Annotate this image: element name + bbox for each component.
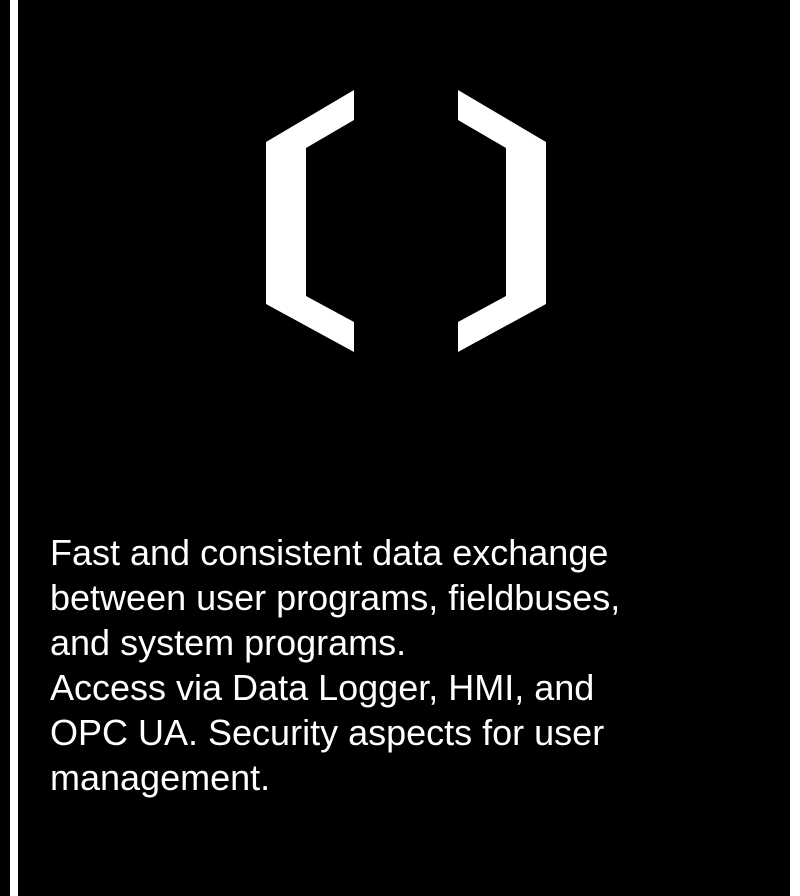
description-line-4: Access via Data Logger, HMI, and bbox=[50, 667, 595, 708]
feature-card: Fast and consistent data exchange betwee… bbox=[18, 0, 790, 896]
page: Fast and consistent data exchange betwee… bbox=[0, 0, 800, 896]
left-gap bbox=[10, 0, 18, 896]
feature-description: Fast and consistent data exchange betwee… bbox=[50, 530, 790, 800]
brackets-icon bbox=[266, 90, 546, 352]
description-line-1: Fast and consistent data exchange bbox=[50, 532, 609, 573]
right-bracket bbox=[458, 90, 546, 352]
description-line-5: OPC UA. Security aspects for user bbox=[50, 712, 605, 753]
description-line-2: between user programs, fieldbuses, bbox=[50, 577, 621, 618]
left-bracket bbox=[266, 90, 354, 352]
description-line-6: management. bbox=[50, 757, 271, 798]
right-edge bbox=[790, 0, 800, 896]
left-border-strip bbox=[0, 0, 10, 896]
description-line-3: and system programs. bbox=[50, 622, 407, 663]
